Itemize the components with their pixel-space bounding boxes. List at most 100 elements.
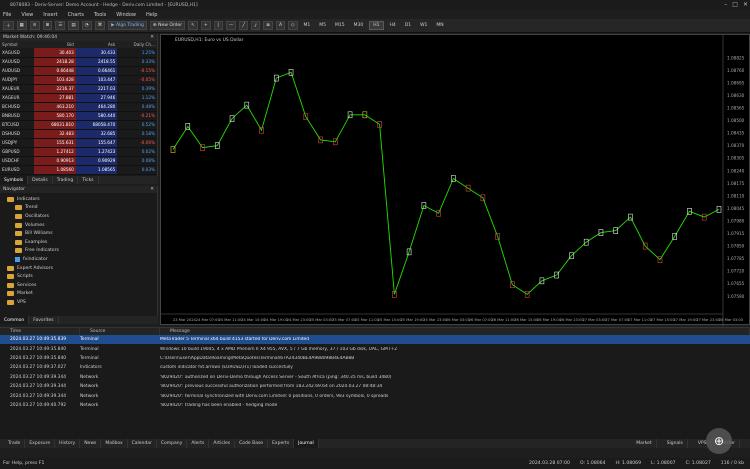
tf-m15[interactable]: M15	[332, 21, 348, 30]
navigator-item[interactable]: Trend	[3, 204, 154, 213]
tf-m1[interactable]: M1	[301, 21, 314, 30]
navigator-item[interactable]: Free Indicators	[3, 247, 154, 256]
tab-ticks[interactable]: Ticks	[78, 176, 99, 184]
maximize-button[interactable]: □	[732, 1, 738, 8]
market-watch-row[interactable]: BCHUSD 463.210 464.280 0.48%	[0, 102, 157, 112]
tab-mailbox[interactable]: Mailbox	[101, 439, 128, 448]
journal-row[interactable]: 2024.03.27 10:49:35.840 Terminal Windows 1…	[0, 344, 750, 353]
journal-row[interactable]: 2024.03.27 10:49:37.027 Indicators custom …	[0, 363, 750, 372]
fibonacci-icon[interactable]: ≣	[263, 21, 273, 30]
menu-insert[interactable]: Insert	[43, 12, 57, 18]
tf-d1[interactable]: D1	[402, 21, 414, 30]
tab-calendar[interactable]: Calendar	[128, 439, 157, 448]
new-order-button[interactable]: ⊕ New Order	[149, 21, 186, 30]
crosshair-icon[interactable]: +	[200, 21, 211, 30]
navigator-item[interactable]: Bill Williams	[3, 229, 154, 238]
journal-row[interactable]: 2024.03.27 10:49:35.840 Terminal C:\Users\…	[0, 354, 750, 363]
market-watch-row[interactable]: USDJPY 155.631 155.647 -0.06%	[0, 138, 157, 148]
navigator-item[interactable]: Scripts	[3, 272, 154, 281]
tab-favorites[interactable]: Favorites	[29, 316, 59, 324]
menu-window[interactable]: Window	[116, 12, 136, 18]
algo-trading-button[interactable]: ▶ Algo Trading	[108, 21, 147, 30]
tf-h1[interactable]: H1	[369, 21, 384, 30]
horizontal-line-icon[interactable]: —	[225, 21, 237, 30]
menu-view[interactable]: View	[21, 12, 33, 18]
journal-row[interactable]: 2024.03.27 10:49:39.344 Network '8029420':…	[0, 373, 750, 382]
close-icon[interactable]: ✕	[150, 35, 154, 40]
tab-history[interactable]: History	[55, 439, 81, 448]
market-watch-row[interactable]: GBPUSD 1.27412 1.27423 0.02%	[0, 147, 157, 157]
market-watch-row[interactable]: USDCHF 0.90913 0.90929 0.08%	[0, 156, 157, 166]
navigator-item[interactable]: fvindicator	[3, 255, 154, 264]
tab-symbols[interactable]: Symbols	[0, 176, 29, 184]
tab-common[interactable]: Common	[0, 316, 30, 324]
market-watch-row[interactable]: DSHUSD 32.483 32.685 0.18%	[0, 129, 157, 139]
navigator-item[interactable]: VPS	[3, 298, 154, 307]
close-button[interactable]: ✕	[743, 1, 748, 8]
tab-details[interactable]: Details	[28, 176, 53, 184]
chart-window[interactable]: EURUSD,H1: Euro vs US Dollar 1.08825 1.08…	[160, 34, 750, 326]
market-watch-row[interactable]: BTCUSD 68031.810 68058.470 0.52%	[0, 120, 157, 130]
tab-code-base[interactable]: Code Base	[235, 439, 269, 448]
tab-exposure[interactable]: Exposure	[25, 439, 56, 448]
link-signals[interactable]: Signals	[663, 439, 688, 448]
col-ask[interactable]: Ask	[75, 41, 118, 48]
tab-trade[interactable]: Trade	[4, 439, 26, 448]
journal-row[interactable]: 2024.03.27 10:49:35.839 Terminal MetaTrade…	[0, 335, 750, 345]
col-symbol[interactable]: Symbol	[0, 41, 35, 48]
tab-news[interactable]: News	[80, 439, 102, 448]
col-source[interactable]: Source	[80, 328, 160, 335]
strategy-tester-icon[interactable]: ◔	[81, 21, 92, 30]
market-watch-row[interactable]: AUDJPY 103.428 103.447 -0.05%	[0, 75, 157, 85]
price-chart[interactable]: 1.08825 1.08760 1.08695 1.08630 1.08565 1.085…	[161, 35, 750, 326]
market-watch-row[interactable]: BNBUSD 580.170 580.440 -0.21%	[0, 111, 157, 121]
tab-experts[interactable]: Experts	[268, 439, 295, 448]
tf-m30[interactable]: M30	[351, 21, 367, 30]
market-watch-row[interactable]: XAGEUR 27.881 27.946 1.12%	[0, 93, 157, 103]
text-icon[interactable]: A	[275, 21, 286, 30]
navigator-item[interactable]: Services	[3, 281, 154, 290]
tf-h4[interactable]: H4	[387, 21, 399, 30]
market-watch-row[interactable]: XAGUSD 30.403 30.433 1.25%	[0, 48, 157, 58]
navigator-item[interactable]: Expert Advisors	[3, 264, 154, 273]
zoom-in-icon[interactable]: ⊕	[706, 428, 732, 454]
data-window-icon[interactable]: ⊞	[42, 21, 53, 30]
link-market[interactable]: Market	[632, 439, 657, 448]
tf-mn[interactable]: MN	[433, 21, 446, 30]
menu-file[interactable]: File	[3, 12, 11, 18]
navigator-item[interactable]: Oscillators	[3, 212, 154, 221]
new-chart-icon[interactable]: ＋	[3, 21, 14, 30]
tab-company[interactable]: Company	[157, 439, 188, 448]
navigator-item[interactable]: Indicators	[3, 195, 154, 204]
market-watch-row[interactable]: EURUSD 1.08560 1.08565 0.03%	[0, 165, 157, 175]
tab-journal[interactable]: Journal	[294, 439, 319, 448]
navigator-item[interactable]: Volumes	[3, 221, 154, 230]
tab-trading[interactable]: Trading	[53, 176, 79, 184]
col-message[interactable]: Message	[160, 328, 750, 335]
minimize-button[interactable]: –	[724, 1, 727, 8]
journal-row[interactable]: 2024.03.27 10:49:39.344 Network '8029420':…	[0, 391, 750, 400]
market-watch-row[interactable]: XAUUSD 2418.28 2418.55 0.33%	[0, 57, 157, 67]
journal-row[interactable]: 2024.03.27 10:49:40.792 Network '8029420':…	[0, 401, 750, 410]
tab-alerts[interactable]: Alerts	[187, 439, 210, 448]
terminal-icon[interactable]: ▤	[68, 21, 79, 30]
market-watch-icon[interactable]: ≡	[29, 21, 40, 30]
navigator-item[interactable]: Market	[3, 290, 154, 299]
vertical-line-icon[interactable]: |	[213, 21, 223, 30]
journal-row[interactable]: 2024.03.27 10:49:39.344 Network '8029420':…	[0, 382, 750, 391]
trend-line-icon[interactable]: ╱	[239, 21, 249, 30]
tf-w1[interactable]: W1	[417, 21, 430, 30]
market-watch-row[interactable]: AUDUSD 0.66448 0.66461 -0.15%	[0, 66, 157, 76]
tab-articles[interactable]: Articles	[209, 439, 236, 448]
metaeditor-icon[interactable]: ⌘	[94, 21, 106, 30]
shapes-icon[interactable]: ◇	[288, 21, 298, 30]
menu-charts[interactable]: Charts	[68, 12, 84, 18]
cursor-icon[interactable]: ↖	[188, 21, 198, 30]
tf-m5[interactable]: M5	[316, 21, 329, 30]
close-icon[interactable]: ✕	[150, 187, 154, 192]
navigator-item[interactable]: Examples	[3, 238, 154, 247]
menu-tools[interactable]: Tools	[94, 12, 106, 18]
col-time[interactable]: Time	[0, 328, 80, 335]
col-bid[interactable]: Bid	[34, 41, 76, 48]
channel-icon[interactable]: ⫽	[251, 21, 261, 30]
